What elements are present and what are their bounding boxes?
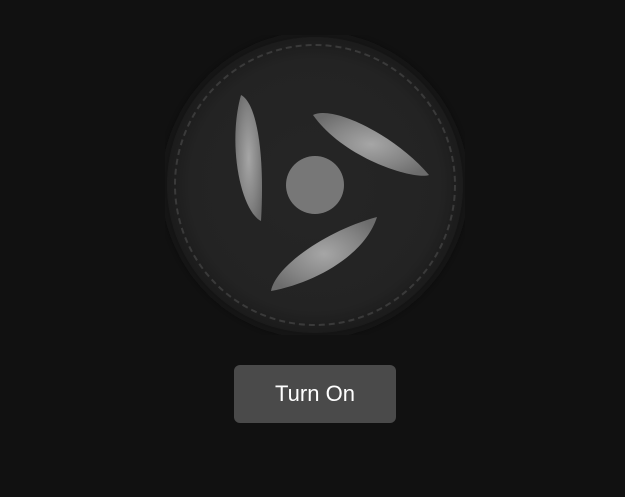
fan-icon (167, 37, 463, 333)
fan-app: Turn On (0, 0, 625, 497)
fan-widget (165, 35, 465, 335)
turn-on-button[interactable]: Turn On (234, 365, 396, 423)
fan-hub (286, 156, 344, 214)
